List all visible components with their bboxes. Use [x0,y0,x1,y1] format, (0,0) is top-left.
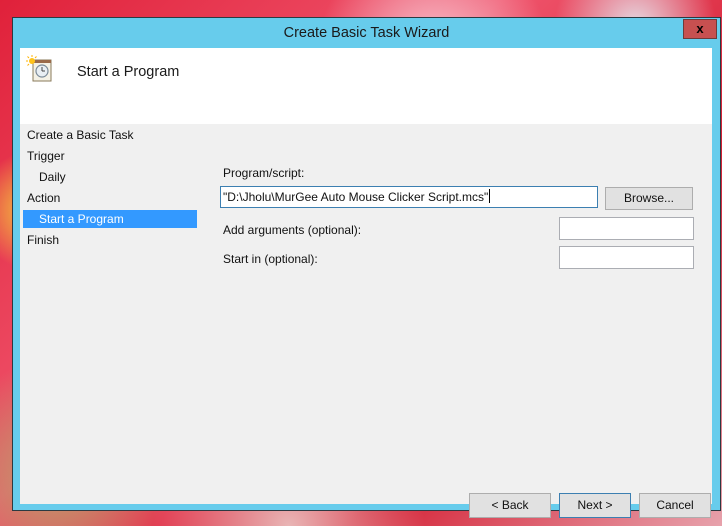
close-button[interactable]: x [683,19,717,39]
client-area: Start a Program Create a Basic Task Trig… [20,48,712,518]
wizard-window: Create Basic Task Wizard x Start a Progr… [12,17,721,518]
title-bar[interactable]: Create Basic Task Wizard [13,18,720,48]
nav-item-start-a-program[interactable]: Start a Program [23,210,197,228]
wizard-header: Start a Program [20,48,712,124]
cancel-button[interactable]: Cancel [639,493,711,518]
add-arguments-label: Add arguments (optional): [223,223,362,237]
add-arguments-input[interactable] [559,217,694,240]
start-in-label: Start in (optional): [223,252,318,266]
nav-item-action[interactable]: Action [23,189,197,207]
start-in-input[interactable] [559,246,694,269]
task-scheduler-clock-icon [26,55,52,82]
program-script-label: Program/script: [223,166,305,180]
nav-item-trigger[interactable]: Trigger [23,147,197,165]
page-title: Start a Program [77,64,180,80]
nav-item-create-basic-task[interactable]: Create a Basic Task [23,126,197,144]
nav-item-daily[interactable]: Daily [23,168,197,186]
back-button[interactable]: < Back [469,493,551,518]
program-script-value: "D:\Jholu\MurGee Auto Mouse Clicker Scri… [223,190,489,204]
browse-button[interactable]: Browse... [605,187,693,210]
program-script-input[interactable]: "D:\Jholu\MurGee Auto Mouse Clicker Scri… [220,186,598,208]
next-button[interactable]: Next > [559,493,631,518]
close-icon: x [696,21,704,36]
text-caret [489,189,491,203]
window-title: Create Basic Task Wizard [283,25,450,41]
nav-item-finish[interactable]: Finish [23,231,197,249]
